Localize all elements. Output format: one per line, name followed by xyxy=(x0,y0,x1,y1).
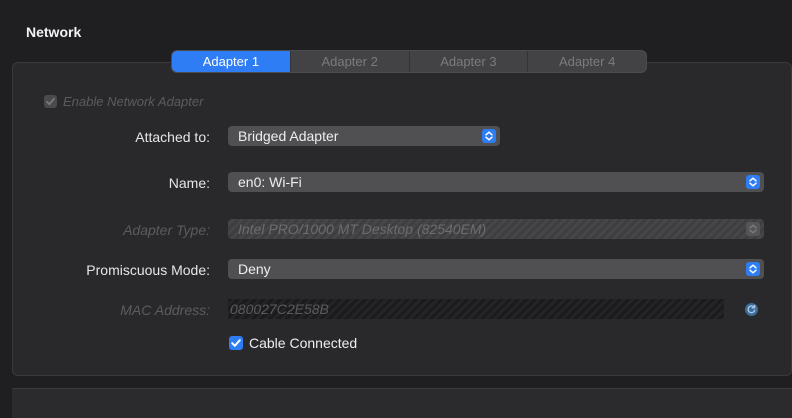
attached-to-label: Attached to: xyxy=(135,129,210,145)
tab-adapter-4[interactable]: Adapter 4 xyxy=(528,51,646,72)
tab-adapter-3[interactable]: Adapter 3 xyxy=(410,51,529,72)
cable-connected-row[interactable]: Cable Connected xyxy=(229,335,357,351)
enable-adapter-label: Enable Network Adapter xyxy=(63,94,204,109)
checkmark-icon xyxy=(46,97,55,106)
adapter-type-value: Intel PRO/1000 MT Desktop (82540EM) xyxy=(238,221,487,237)
checkmark-icon xyxy=(231,339,241,347)
promiscuous-mode-value: Deny xyxy=(238,261,271,277)
chevron-updown-icon xyxy=(749,224,757,234)
chevron-updown-icon xyxy=(485,131,493,141)
tab-adapter-2[interactable]: Adapter 2 xyxy=(291,51,410,72)
promiscuous-mode-label: Promiscuous Mode: xyxy=(86,262,210,278)
name-stepper[interactable] xyxy=(746,175,760,189)
name-label: Name: xyxy=(168,175,210,191)
attached-to-select[interactable]: Bridged Adapter xyxy=(228,126,500,146)
enable-adapter-checkbox xyxy=(44,95,57,108)
promiscuous-mode-stepper[interactable] xyxy=(746,262,760,276)
promiscuous-mode-select[interactable]: Deny xyxy=(228,259,764,279)
cable-connected-label: Cable Connected xyxy=(249,335,358,351)
adapter-type-label: Adapter Type: xyxy=(123,222,210,238)
cable-connected-checkbox[interactable] xyxy=(229,336,243,350)
attached-to-value: Bridged Adapter xyxy=(238,128,339,144)
mac-address-value: 080027C2E58B xyxy=(230,301,329,317)
adapter-type-stepper xyxy=(746,222,760,236)
next-section-bar xyxy=(12,388,792,418)
name-value: en0: Wi-Fi xyxy=(238,174,302,190)
mac-address-field: 080027C2E58B xyxy=(228,299,724,319)
name-select[interactable]: en0: Wi-Fi xyxy=(228,172,764,192)
adapter-type-select: Intel PRO/1000 MT Desktop (82540EM) xyxy=(228,219,764,239)
chevron-updown-icon xyxy=(749,264,757,274)
attached-to-stepper[interactable] xyxy=(482,129,496,143)
adapter-tabs: Adapter 1 Adapter 2 Adapter 3 Adapter 4 xyxy=(172,51,646,72)
mac-address-label: MAC Address: xyxy=(120,302,210,318)
chevron-updown-icon xyxy=(749,177,757,187)
tab-adapter-1[interactable]: Adapter 1 xyxy=(172,51,291,72)
section-title: Network xyxy=(26,24,82,40)
enable-adapter-row: Enable Network Adapter xyxy=(44,94,203,109)
refresh-mac-icon xyxy=(745,303,758,316)
